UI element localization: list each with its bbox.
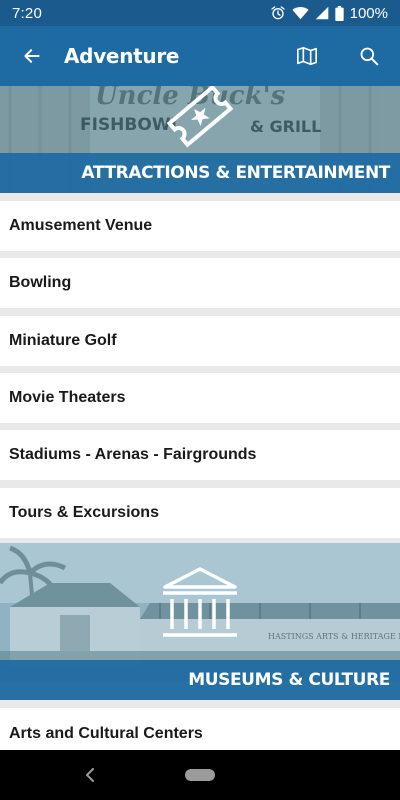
search-button[interactable] [338, 26, 400, 86]
page-title: Adventure [64, 44, 180, 68]
section-title: ATTRACTIONS & ENTERTAINMENT [0, 153, 400, 193]
map-button[interactable] [276, 26, 338, 86]
chevron-left-icon [85, 768, 94, 782]
list-item[interactable]: Bowling [0, 258, 400, 308]
arrow-back-icon [24, 49, 40, 63]
list-item[interactable]: Tours & Excursions [0, 488, 400, 538]
list-item[interactable]: Movie Theaters [0, 373, 400, 423]
wifi-icon [292, 6, 309, 20]
list-item[interactable]: Arts and Cultural Centers [0, 708, 400, 750]
back-button[interactable] [0, 26, 64, 86]
status-bar: 7:20 100% [0, 0, 400, 26]
system-nav-bar [0, 750, 400, 800]
signal-icon [315, 6, 329, 20]
map-icon [297, 46, 317, 66]
battery-percent: 100% [349, 4, 388, 22]
list-item[interactable]: Amusement Venue [0, 201, 400, 251]
section-banner-attractions: Uncle Buck's FISHBOWL & GRILL ATTRACTION… [0, 86, 400, 193]
app-bar: Adventure [0, 26, 400, 86]
list-item[interactable]: Stadiums - Arenas - Fairgrounds [0, 430, 400, 480]
battery-icon [334, 5, 344, 21]
banner-sign-line-3: & GRILL [250, 117, 321, 136]
banner-sign-line-2: FISHBOWL [80, 115, 182, 135]
list-item[interactable]: Miniature Golf [0, 316, 400, 366]
section-title: MUSEUMS & CULTURE [0, 660, 400, 700]
nav-back-button[interactable] [78, 762, 102, 788]
section-banner-museums: HASTINGS ARTS & HERITAGE M MUSEUMS & CUL… [0, 543, 400, 700]
alarm-icon [270, 5, 286, 21]
status-icons: 100% [270, 5, 388, 22]
status-time: 7:20 [12, 4, 42, 22]
search-icon [360, 47, 379, 66]
banner-sign-text: HASTINGS ARTS & HERITAGE M [268, 632, 400, 641]
nav-home-button[interactable] [185, 769, 215, 781]
